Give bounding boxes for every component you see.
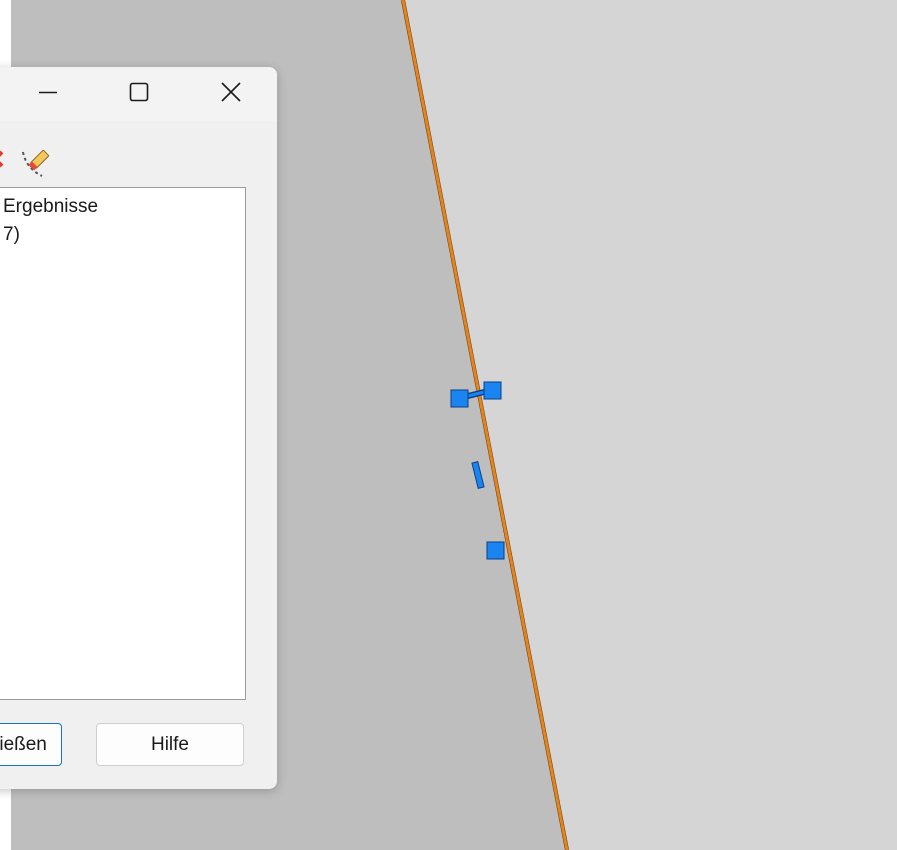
grip-square[interactable]	[450, 389, 469, 408]
delete-button[interactable]	[0, 148, 6, 175]
close-dialog-label: ließen	[0, 733, 47, 755]
minimize-icon	[39, 91, 57, 94]
maximize-icon	[129, 82, 149, 102]
help-button[interactable]: Hilfe	[96, 723, 244, 766]
erase-markers-button[interactable]	[20, 146, 54, 185]
maximize-button[interactable]	[116, 67, 162, 117]
delete-icon	[0, 150, 4, 168]
grip-square[interactable]	[486, 541, 505, 560]
close-icon	[221, 82, 241, 102]
title-bar	[0, 67, 277, 121]
results-tree[interactable]: Ergebnisse 7)	[0, 187, 246, 700]
tree-node-item[interactable]: 7)	[3, 224, 20, 246]
help-label: Hilfe	[150, 733, 189, 755]
minimize-button[interactable]	[25, 67, 71, 117]
erase-markers-icon	[22, 150, 49, 177]
close-dialog-button[interactable]: ließen	[0, 723, 62, 766]
close-button[interactable]	[208, 67, 254, 117]
grip-square[interactable]	[483, 381, 502, 400]
results-dialog: Ergebnisse 7) ließen Hilfe	[0, 67, 277, 789]
tree-node-results[interactable]: Ergebnisse	[3, 196, 98, 218]
